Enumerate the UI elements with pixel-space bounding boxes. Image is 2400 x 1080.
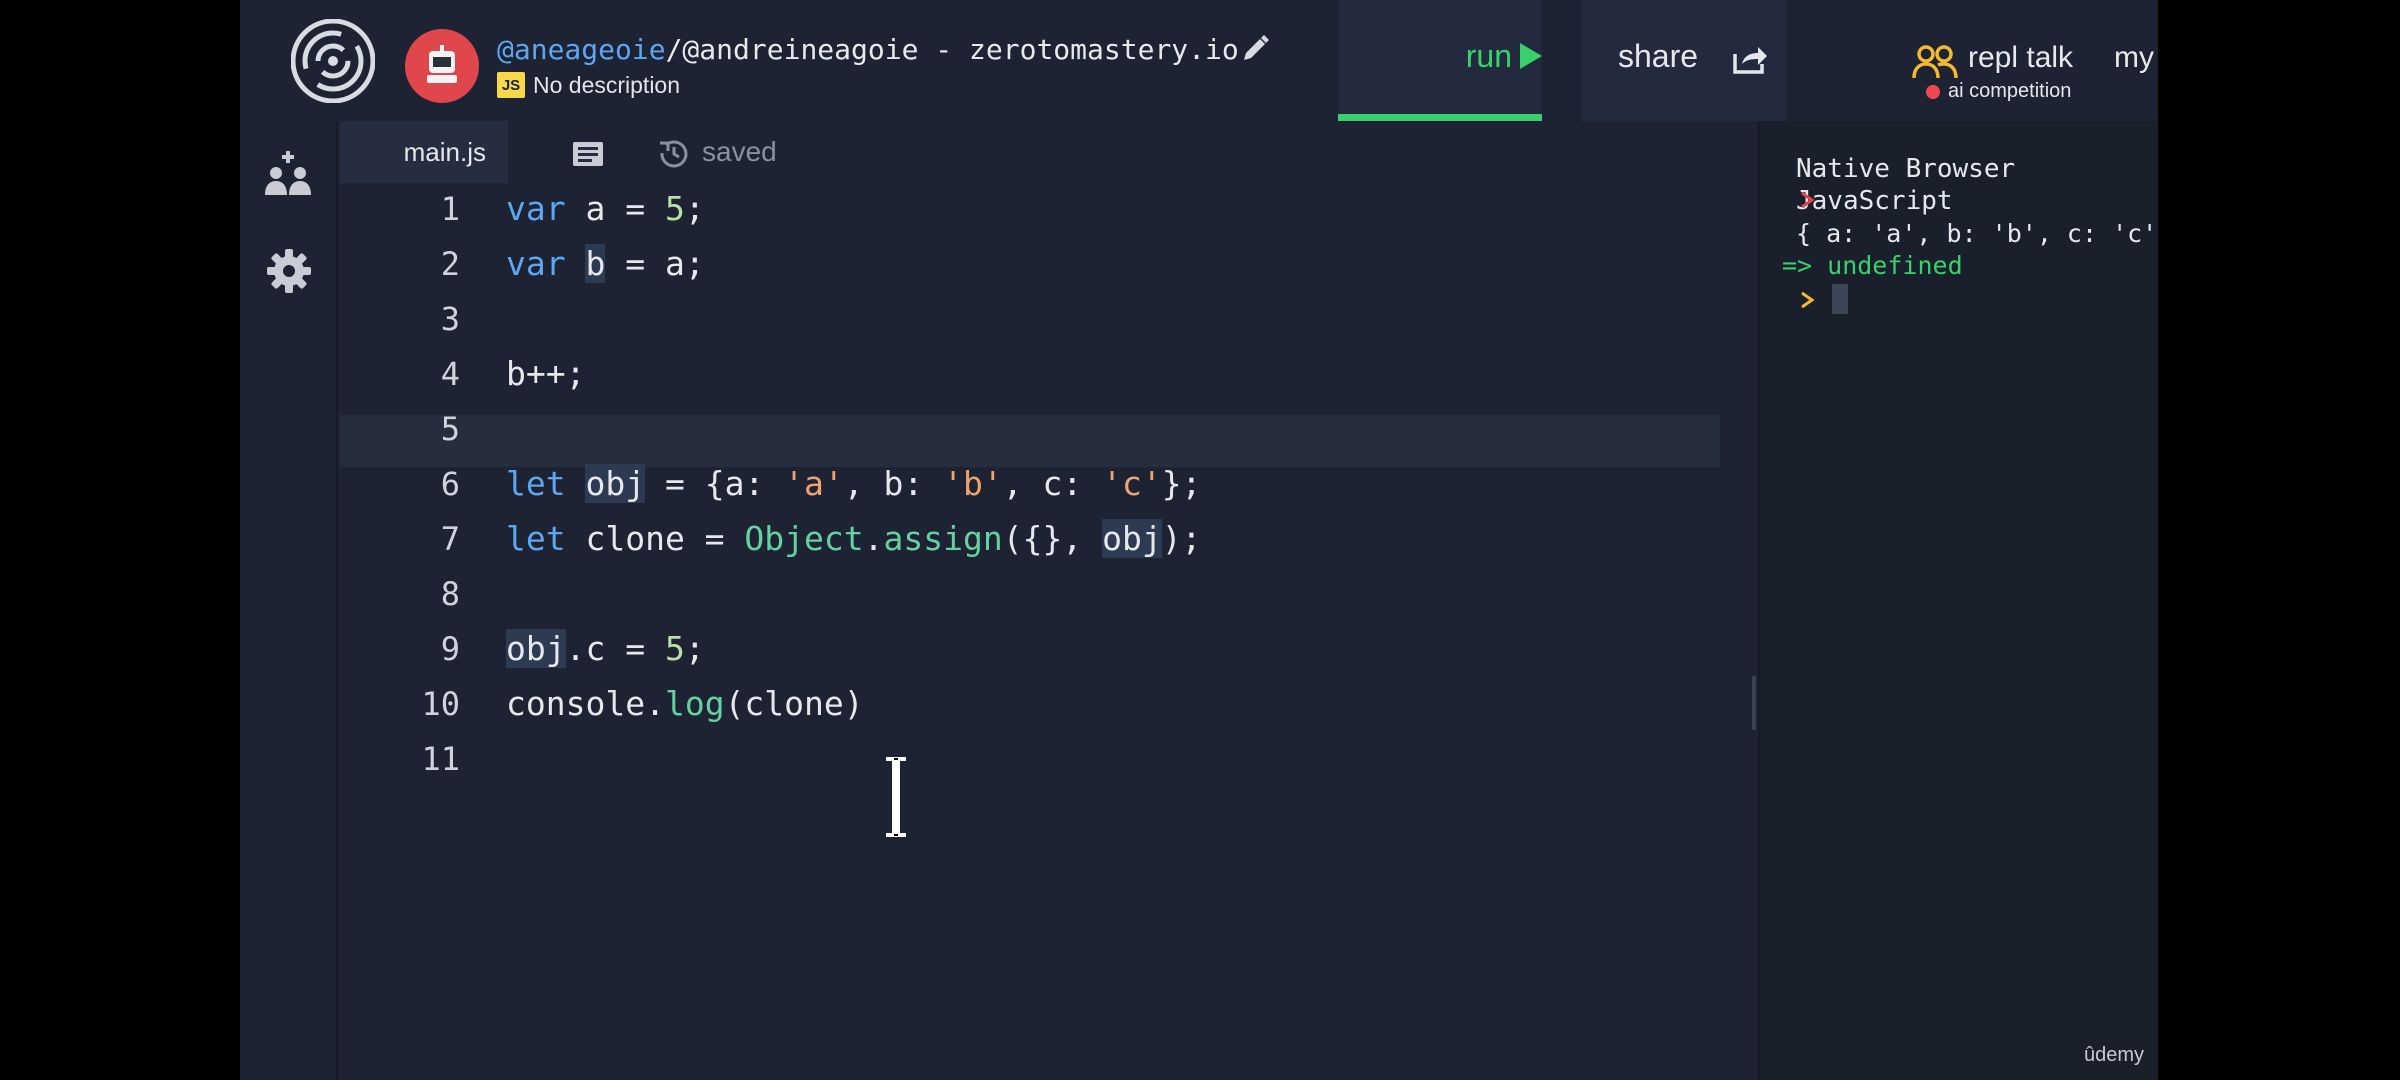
history-icon[interactable] [658,137,690,169]
run-active-indicator [1338,114,1542,121]
add-user-icon[interactable] [264,149,314,199]
line-number: 5 [440,410,460,448]
people-icon[interactable] [1912,44,1958,80]
repl-owner-link[interactable]: @aneageoie [497,33,666,66]
repl-description[interactable]: No description [533,72,680,98]
line-number: 3 [440,300,460,338]
code-line[interactable]: var a = 5; [506,191,705,227]
line-number: 4 [440,355,460,393]
user-avatar[interactable] [405,29,479,103]
console-title: Native Browser JavaScript [1796,154,2016,216]
top-bar: @aneageoie/@andreineagoie - zerotomaster… [240,0,2158,121]
console-result: => undefined [1782,251,1963,280]
console-panel[interactable]: Native Browser JavaScript { a: 'a', b: '… [1758,121,2158,1080]
gear-icon[interactable] [267,249,311,293]
file-tab-bar: main.js saved [340,121,1744,183]
code-line[interactable]: obj.c = 5; [506,629,705,668]
prompt-chevron-icon [1801,191,1815,209]
share-label: share [1618,38,1699,74]
save-status: saved [702,136,777,167]
share-button[interactable]: share [1582,0,1786,121]
line-number: 9 [440,630,460,668]
code-editor[interactable]: main.js saved 1 2 3 4 5 6 7 8 9 10 11 va… [340,121,1830,1080]
line-number: 1 [440,190,460,228]
console-input[interactable] [1832,284,1848,314]
console-output: { a: 'a', b: 'b', c: 'c' } [1796,219,2158,248]
tab-main-js[interactable]: main.js [340,121,508,183]
pane-resize-handle[interactable] [1752,676,1756,730]
repl-app: @aneageoie/@andreineagoie - zerotomaster… [240,0,2158,1080]
line-number: 10 [421,685,460,723]
my-repls-link[interactable]: my [2114,40,2154,76]
text-cursor-icon [886,757,906,837]
run-label: run [1465,38,1512,74]
repl-talk-link[interactable]: repl talk [1968,40,2073,76]
code-line[interactable]: let clone = Object.assign({}, obj); [506,519,1201,558]
repl-title[interactable]: @aneageoie/@andreineagoie - zerotomaster… [497,30,1239,70]
pencil-edit-icon[interactable] [1240,34,1270,64]
replit-logo-icon[interactable] [291,19,375,103]
repl-talk-subtitle[interactable]: ai competition [1948,79,2071,103]
js-language-badge: JS [497,72,525,98]
code-line[interactable]: let obj = {a: 'a', b: 'b', c: 'c'}; [506,464,1201,503]
robot-avatar-icon [427,45,457,83]
notification-dot [1926,85,1940,99]
line-number: 8 [440,575,460,613]
line-number: 6 [440,465,460,503]
line-number: 2 [440,245,460,283]
notes-icon[interactable] [572,141,604,167]
play-icon [1520,43,1542,69]
input-prompt-chevron-icon [1801,291,1815,309]
description-row: JS No description [497,72,680,102]
code-line[interactable]: b++; [506,356,585,392]
run-button[interactable]: run [1338,0,1542,121]
share-icon [1733,47,1767,74]
udemy-watermark: ûdemy [2084,1044,2145,1066]
line-number: 7 [440,520,460,558]
left-sidebar [240,121,338,1080]
repl-path: /@andreineagoie - zerotomastery.io [665,33,1239,66]
line-number: 11 [421,740,460,778]
code-line[interactable]: console.log(clone) [506,686,864,722]
code-line[interactable]: var b = a; [506,244,705,283]
active-line-highlight [340,415,1720,467]
